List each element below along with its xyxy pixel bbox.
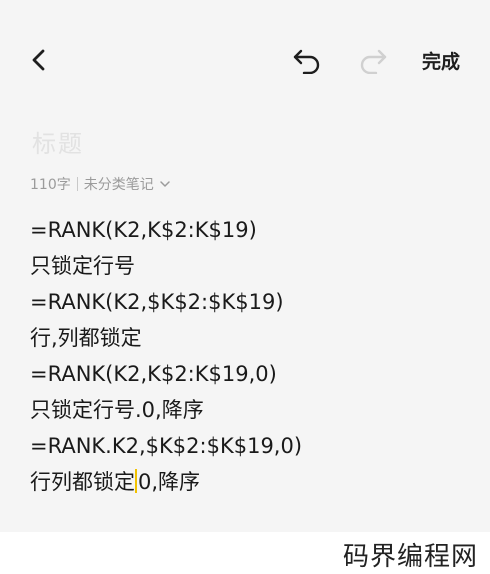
status-bar: · ·· · ·· ·· ·· · xyxy=(0,0,490,8)
note-line: =RANK(K2,$K$2:$K$19) xyxy=(30,290,284,314)
redo-button[interactable] xyxy=(352,36,394,84)
text-cursor xyxy=(135,469,137,493)
note-line: 只锁定行号 xyxy=(30,254,135,278)
note-line-last: 行列都锁定 0,降序 xyxy=(30,464,302,500)
chevron-left-icon xyxy=(32,49,45,71)
undo-button[interactable] xyxy=(286,36,328,84)
note-title-input[interactable]: 标题 xyxy=(32,124,84,159)
line-text-after-cursor: 0,降序 xyxy=(138,470,201,494)
undo-icon xyxy=(293,49,320,74)
char-count: 110字 xyxy=(30,177,71,193)
note-line: =RANK(K2,K$2:K$19,0) xyxy=(30,362,277,386)
done-button[interactable]: 完成 xyxy=(410,36,472,84)
note-line: =RANK(K2,K$2:K$19) xyxy=(30,218,257,242)
note-body[interactable]: =RANK(K2,K$2:K$19) 只锁定行号 =RANK(K2,$K$2:$… xyxy=(30,212,302,500)
note-editor-screen: · ·· · ·· ·· ·· · 完成 标题 110字 未分类笔记 xyxy=(0,0,490,532)
meta-divider xyxy=(76,177,78,191)
status-indicators: ·· ·· ·· · xyxy=(428,0,466,4)
line-text-before-cursor: 行列都锁定 xyxy=(30,470,135,494)
watermark: 码界编程网 xyxy=(342,542,478,572)
editor-toolbar: 完成 xyxy=(0,36,490,84)
redo-icon xyxy=(360,49,387,74)
note-meta: 110字 未分类笔记 xyxy=(30,174,171,194)
back-button[interactable] xyxy=(22,36,56,84)
note-line: 行,列都锁定 xyxy=(30,326,142,350)
category-selector[interactable]: 未分类笔记 xyxy=(84,174,171,194)
chevron-down-icon xyxy=(159,179,171,189)
footer-bar: 码界编程网 xyxy=(0,532,490,574)
note-line: 只锁定行号.0,降序 xyxy=(30,398,204,422)
note-line: =RANK.K2,$K$2:$K$19,0) xyxy=(30,434,303,458)
category-label: 未分类笔记 xyxy=(83,177,154,193)
status-time: · ·· · xyxy=(30,0,59,4)
